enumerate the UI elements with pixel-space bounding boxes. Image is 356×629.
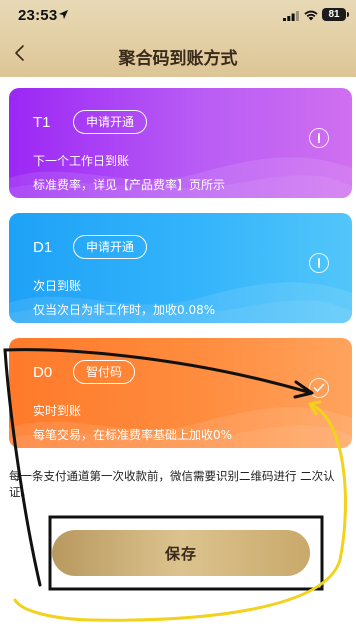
save-button[interactable]: 保存 [52, 530, 310, 576]
settlement-option-d1[interactable]: D1 申请开通 次日到账 仅当次日为非工作时，加收0.08% [9, 213, 352, 323]
nav-bar: 聚合码到账方式 [0, 36, 356, 72]
option-arrival-time: 下一个工作日到账 [33, 154, 130, 168]
option-code: D0 [33, 364, 53, 381]
apply-open-button[interactable]: 申请开通 [73, 110, 148, 134]
option-code: T1 [33, 114, 51, 131]
status-time: 23:53 [18, 7, 58, 24]
smart-pay-code-button[interactable]: 智付码 [73, 360, 136, 384]
info-icon[interactable] [309, 253, 329, 273]
info-icon[interactable] [309, 128, 329, 148]
verification-notice: 每一条支付通道第一次收款前，微信需要识别二维码进行 二次认证。 [9, 469, 335, 499]
settlement-option-t1[interactable]: T1 申请开通 下一个工作日到账 标准费率，详见【产品费率】页所示 [9, 88, 352, 198]
option-arrival-time: 实时到账 [33, 404, 82, 418]
page-title: 聚合码到账方式 [118, 49, 238, 69]
option-fee-note: 标准费率，详见【产品费率】页所示 [33, 178, 226, 192]
option-arrival-time: 次日到账 [33, 279, 82, 293]
location-arrow-icon [58, 9, 69, 20]
status-bar: 23:53 81 [0, 0, 356, 32]
header: 23:53 81 聚合码到账方式 [0, 0, 356, 77]
apply-open-button[interactable]: 申请开通 [73, 235, 148, 259]
signal-icon [283, 11, 299, 21]
option-fee-note: 仅当次日为非工作时，加收0.08% [33, 303, 216, 317]
wifi-icon [304, 10, 318, 21]
option-fee-note: 每笔交易，在标准费率基础上加收0% [33, 428, 233, 442]
check-icon[interactable] [309, 378, 329, 398]
checkmark-icon [313, 383, 325, 392]
option-code: D1 [33, 239, 53, 256]
battery-indicator: 81 [322, 8, 349, 21]
settlement-option-d0[interactable]: D0 智付码 实时到账 每笔交易，在标准费率基础上加收0% [9, 338, 352, 448]
